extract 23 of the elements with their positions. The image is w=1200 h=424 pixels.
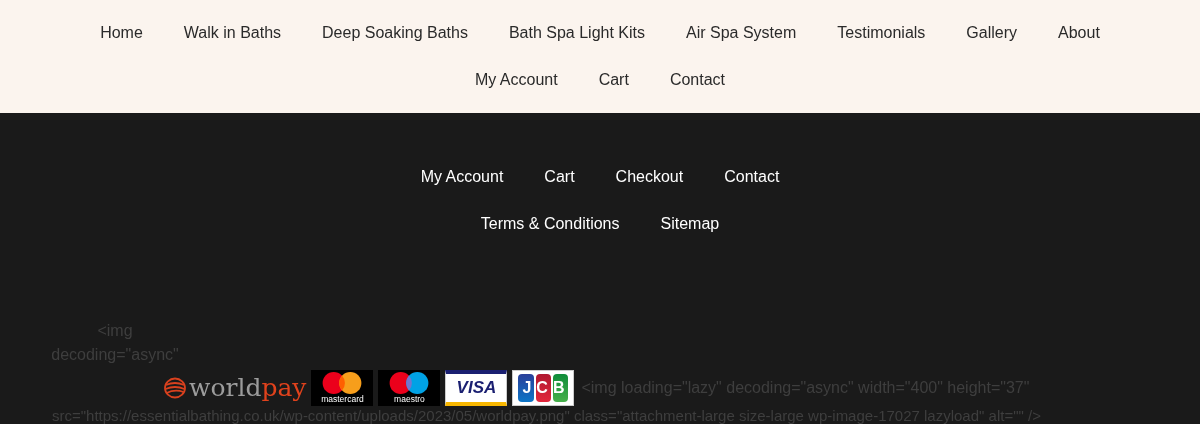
footer-link[interactable]: Sitemap bbox=[660, 200, 720, 247]
footer-link[interactable]: Terms & Conditions bbox=[480, 200, 620, 247]
footer-link[interactable]: Checkout bbox=[615, 153, 684, 200]
nav-link[interactable]: My Account bbox=[474, 56, 558, 103]
nav-link[interactable]: Home bbox=[100, 9, 143, 56]
nav-link[interactable]: Cart bbox=[598, 56, 629, 103]
nav-link[interactable]: Testimonials bbox=[837, 9, 926, 56]
mastercard-logo: mastercard bbox=[311, 370, 374, 406]
nav-link[interactable]: Deep Soaking Baths bbox=[322, 9, 468, 56]
nav-link[interactable]: Gallery bbox=[966, 9, 1017, 56]
nav-link[interactable]: Air Spa System bbox=[686, 9, 797, 56]
footer-link[interactable]: Contact bbox=[724, 153, 780, 200]
worldpay-wordmark: worldpay bbox=[189, 373, 307, 403]
visa-logo: VISA bbox=[445, 370, 508, 406]
footer-link[interactable]: My Account bbox=[420, 153, 504, 200]
nav-link[interactable]: Walk in Baths bbox=[183, 9, 282, 56]
footer-link[interactable]: Cart bbox=[544, 153, 575, 200]
maestro-logo: maestro bbox=[378, 370, 441, 406]
nav-link[interactable]: About bbox=[1058, 9, 1100, 56]
globe-icon bbox=[163, 376, 187, 400]
jcb-logo: JCB bbox=[512, 370, 575, 406]
nav-link[interactable]: Bath Spa Light Kits bbox=[508, 9, 646, 56]
nav-link[interactable]: Contact bbox=[669, 56, 726, 103]
